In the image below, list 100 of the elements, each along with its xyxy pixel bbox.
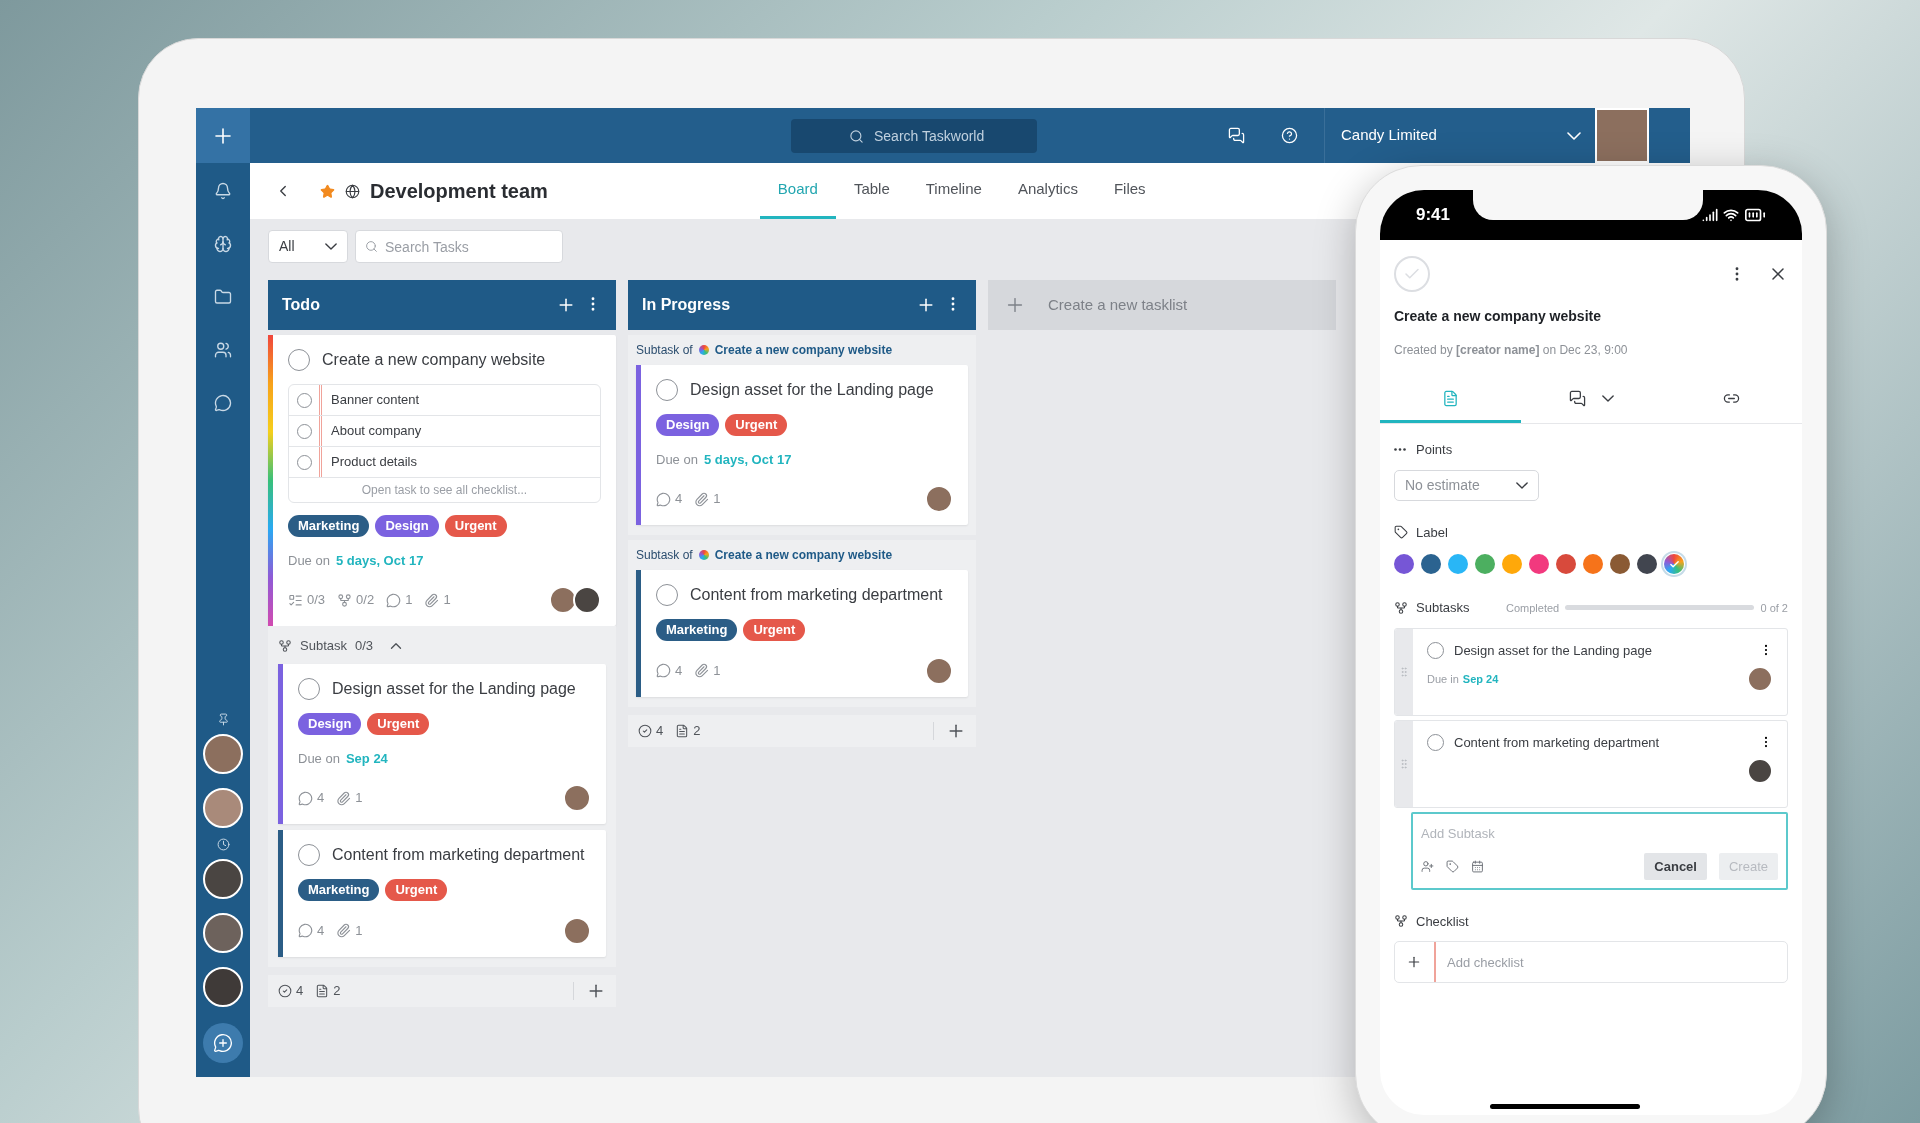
add-subtask-field[interactable]: Add Subtask [1421,823,1778,843]
view-tab[interactable]: Table [835,163,908,219]
bell-icon[interactable] [214,182,232,200]
checkbox[interactable] [1427,641,1444,659]
add-icon[interactable] [1406,954,1422,970]
cancel-button[interactable]: Cancel [1644,853,1707,880]
subtask-icon [1394,600,1408,615]
task-count-icon [638,723,652,738]
label-title: Label [1416,523,1448,542]
task-card[interactable]: Content from marketing department Marketing Urgent 4 1 [636,570,968,697]
view-tab[interactable]: Analytics [999,163,1096,219]
avatar [203,913,243,953]
task-search-field[interactable]: Search Tasks [355,230,563,263]
avatar [203,734,243,774]
paperclip-icon [336,923,352,938]
global-search-field[interactable]: Search Taskworld [791,118,1037,153]
workspace-selector[interactable]: Candy Limited [1341,124,1581,147]
stat-count: 1 [355,921,363,940]
task-card[interactable]: Content from marketing department Marketing Urgent 4 1 [278,830,606,957]
task-card[interactable]: Design asset for the Landing page Design Urgent Due on 5 days, Oct 17 4 1 [636,365,968,525]
avatar [563,784,591,812]
checkbox[interactable] [298,678,320,700]
brain-icon[interactable] [214,235,232,253]
check-icon [1668,558,1680,570]
subtask-label: Subtask [300,637,347,656]
dots-icon [1394,448,1406,452]
color-swatch[interactable] [1475,554,1495,574]
checkbox[interactable] [298,844,320,866]
subtask-card[interactable]: Content from marketing department [1394,719,1788,808]
tag: Urgent [444,515,507,537]
parent-task-link[interactable]: Create a new company website [714,546,893,564]
color-swatch[interactable] [1421,554,1441,574]
checkbox[interactable] [656,584,678,606]
color-swatch[interactable] [1583,554,1603,574]
subtask-icon [278,639,292,653]
checkbox[interactable] [288,349,310,371]
view-tab[interactable]: Timeline [907,163,1000,219]
color-swatch[interactable] [1448,554,1468,574]
complete-check[interactable] [1394,256,1430,292]
tag-icon[interactable] [1446,860,1459,873]
task-card[interactable]: Design asset for the Landing page Design Urgent Due on Sep 24 4 1 [278,664,606,824]
project-title: Development team [370,179,548,204]
details-tab-icon [1441,390,1459,407]
paperclip-icon [336,790,352,806]
subtask-icon [337,592,353,608]
checkbox[interactable] [296,454,312,470]
color-swatch[interactable] [1502,554,1522,574]
tag: Urgent [725,414,788,436]
wifi-icon [1723,207,1739,223]
comment-icon [298,923,313,938]
calendar-icon[interactable] [1471,860,1484,873]
checkbox[interactable] [296,392,312,408]
paperclip-icon [424,592,440,608]
checkbox[interactable] [1427,733,1444,751]
avatar [1747,758,1773,784]
stat-count: 1 [443,591,451,610]
color-swatch[interactable] [1394,554,1414,574]
color-swatch[interactable] [1529,554,1549,574]
chevron-down-icon [1516,481,1528,489]
signal-icon [1702,207,1718,223]
parent-task-link[interactable]: Create a new company website [714,341,893,359]
tag: Design [298,713,362,735]
star-icon[interactable] [320,183,335,199]
checkbox[interactable] [656,379,678,401]
assign-icon[interactable] [1421,860,1434,873]
task-title: Design asset for the Landing page [690,380,934,400]
stat-count: 4 [675,661,683,680]
avatar [203,788,243,828]
checkbox[interactable] [296,423,312,439]
search-icon [365,240,378,253]
due-label: Due on [288,551,330,570]
due-date: 5 days, Oct 17 [703,450,792,469]
comment-icon [298,790,313,806]
chat-plus-icon [213,1033,233,1053]
subtask-card[interactable]: Design asset for the Landing page Due in Sep 24 [1394,627,1788,716]
color-swatch[interactable] [1610,554,1630,574]
chat-icon[interactable] [214,394,232,412]
subtask-of-label: Subtask of [636,342,693,359]
color-swatch[interactable] [1664,554,1684,574]
task-title: Design asset for the Landing page [332,679,576,699]
messages-icon[interactable] [1228,127,1245,144]
pin-icon [216,713,230,726]
checklist-icon [1394,914,1408,929]
checklist-item: Product details [330,453,417,472]
new-chat-button[interactable] [203,1023,243,1063]
users-icon[interactable] [214,341,232,359]
comment-icon [386,592,402,608]
view-tab[interactable]: Files [1095,163,1164,219]
drag-handle-icon[interactable] [1398,757,1410,770]
due-date: Sep 24 [1462,671,1499,687]
add-checklist-field[interactable]: Add checklist [1394,941,1788,983]
drag-handle-icon[interactable] [1398,665,1410,678]
tasklist-title: Todo [282,295,321,315]
task-card[interactable]: Create a new company website Banner content About company Product details Open task to see all checklist... Marketing Design Urgent Due on 5 days, Oct 17 0/3 0/2 1 1 [268,335,616,626]
filter-dropdown[interactable]: All [268,230,348,263]
color-swatch[interactable] [1556,554,1576,574]
color-swatch[interactable] [1637,554,1657,574]
help-icon[interactable] [1281,127,1298,144]
chevron-down-icon [1567,131,1581,140]
folder-icon[interactable] [214,288,232,306]
